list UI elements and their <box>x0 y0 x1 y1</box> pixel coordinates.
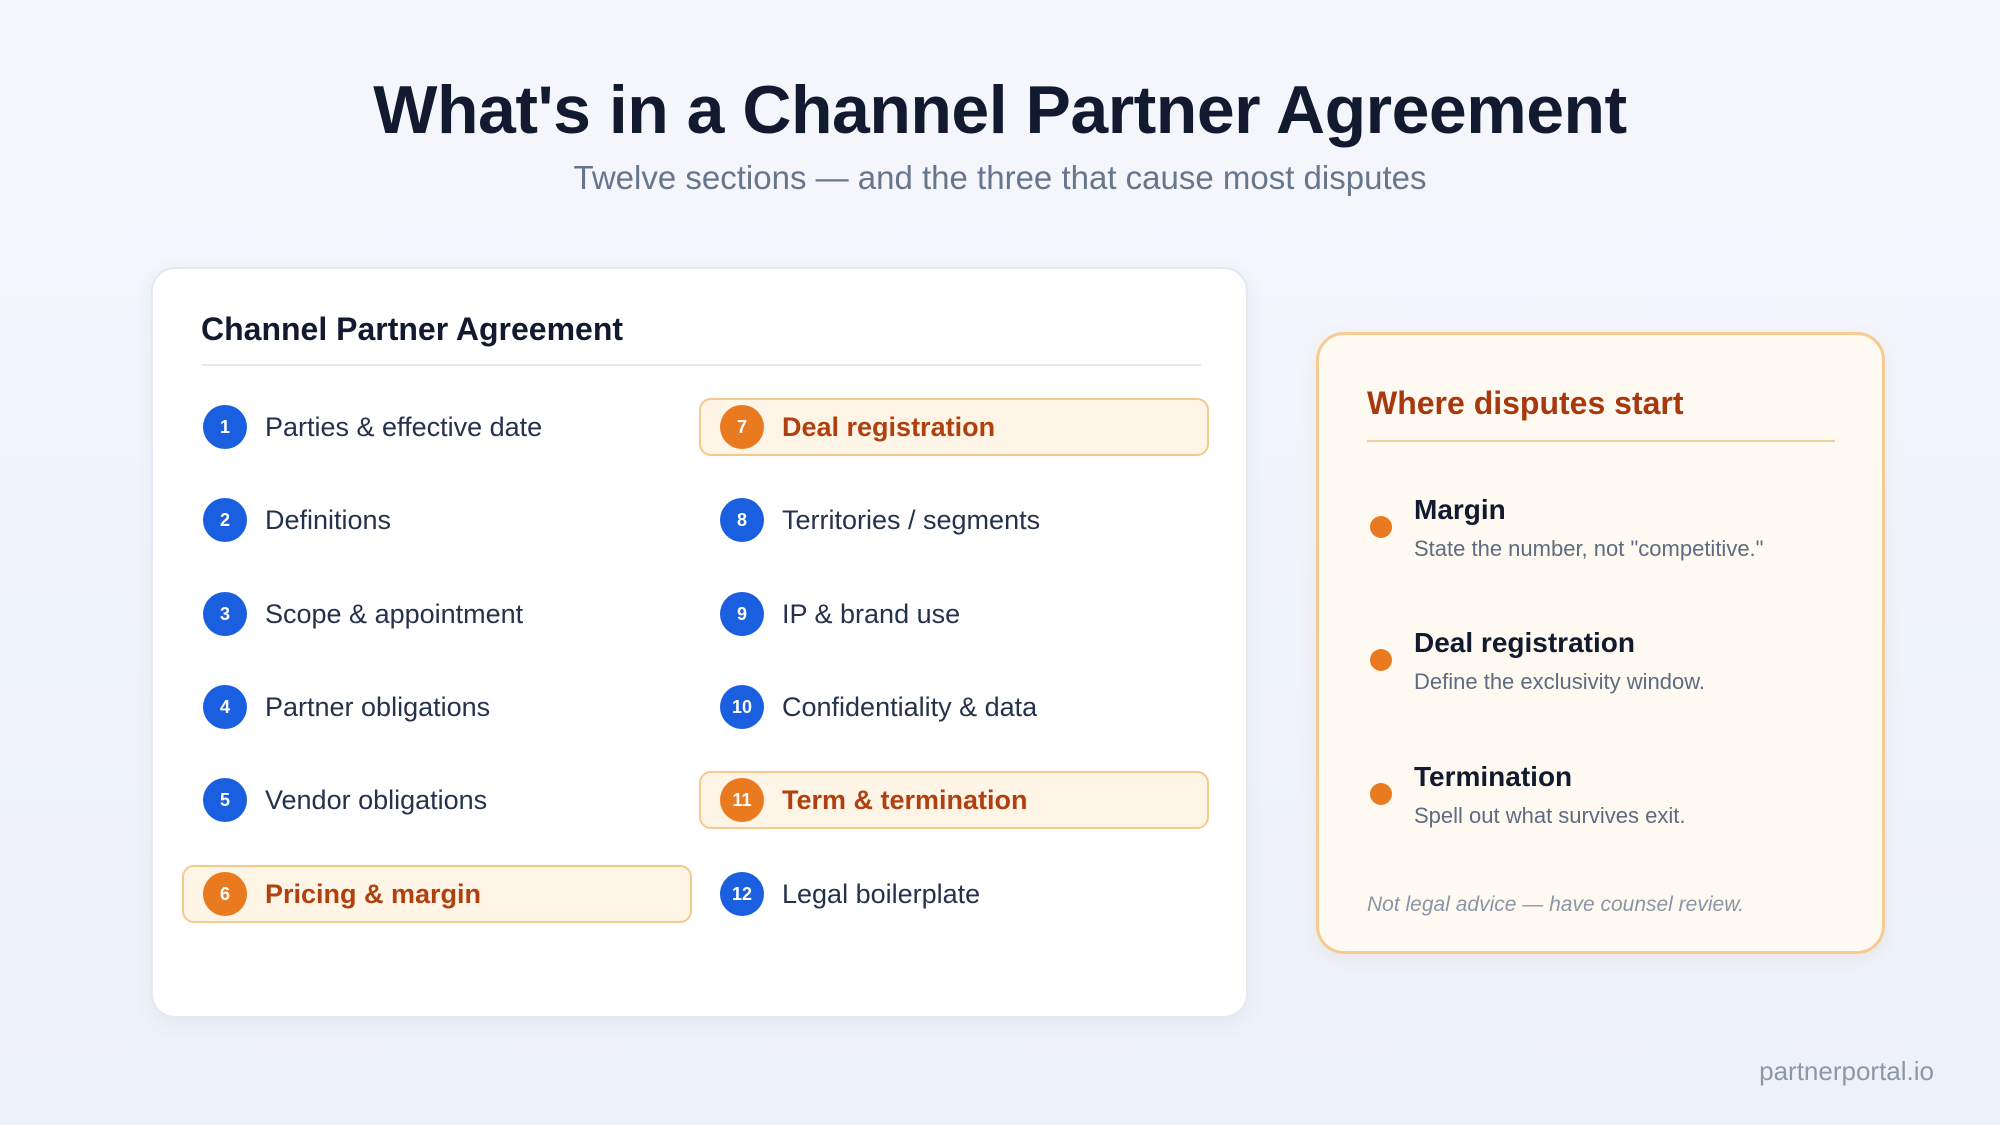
disclaimer-note: Not legal advice — have counsel review. <box>1367 893 1745 916</box>
bullet-dot-icon <box>1370 649 1392 671</box>
section-number-badge: 9 <box>720 592 764 636</box>
dispute-point-name: Termination <box>1414 761 1573 792</box>
section-number-badge: 8 <box>720 498 764 542</box>
section-label: Deal registration <box>782 411 996 442</box>
section-item: 2 Definitions <box>182 491 692 549</box>
disputes-divider <box>1367 440 1835 442</box>
dispute-point-name: Deal registration <box>1414 627 1635 658</box>
section-number-badge: 6 <box>203 872 247 916</box>
section-item-highlighted: 11 Term & termination <box>699 771 1209 829</box>
section-number-badge: 11 <box>720 778 764 822</box>
section-label: Territories / segments <box>782 504 1041 535</box>
section-number-badge: 3 <box>203 592 247 636</box>
agreement-card: Channel Partner Agreement 1 Parties & ef… <box>151 267 1248 1018</box>
section-item: 8 Territories / segments <box>699 491 1209 549</box>
disputes-heading: Where disputes start <box>1367 385 1684 421</box>
section-number-badge: 10 <box>720 685 764 729</box>
section-number-badge: 1 <box>203 405 247 449</box>
agreement-divider <box>201 364 1201 366</box>
section-label: Legal boilerplate <box>782 878 981 909</box>
section-item: 3 Scope & appointment <box>182 585 692 643</box>
disputes-panel: Where disputes start Margin State the nu… <box>1316 332 1885 954</box>
section-number-badge: 4 <box>203 685 247 729</box>
page-subtitle: Twelve sections — and the three that cau… <box>573 159 1427 196</box>
brand-footer: partnerportal.io <box>1759 1056 1934 1086</box>
section-label: Parties & effective date <box>265 411 543 442</box>
dispute-point-description: Spell out what survives exit. <box>1414 803 1686 828</box>
page-title: What's in a Channel Partner Agreement <box>373 72 1627 148</box>
section-item: 10 Confidentiality & data <box>699 678 1209 736</box>
section-number-badge: 2 <box>203 498 247 542</box>
section-label: Partner obligations <box>265 691 491 722</box>
section-item: 4 Partner obligations <box>182 678 692 736</box>
section-label: IP & brand use <box>782 598 961 629</box>
section-item: 12 Legal boilerplate <box>699 865 1209 923</box>
section-label: Definitions <box>265 504 392 535</box>
section-item-highlighted: 6 Pricing & margin <box>182 865 692 923</box>
section-item: 1 Parties & effective date <box>182 398 692 456</box>
section-label: Pricing & margin <box>265 878 482 909</box>
section-label: Confidentiality & data <box>782 691 1038 722</box>
section-label: Term & termination <box>782 784 1028 815</box>
bullet-dot-icon <box>1370 516 1392 538</box>
dispute-point-name: Margin <box>1414 494 1506 525</box>
section-item: 5 Vendor obligations <box>182 771 692 829</box>
section-item: 9 IP & brand use <box>699 585 1209 643</box>
dispute-point-description: State the number, not "competitive." <box>1414 536 1764 561</box>
section-number-badge: 12 <box>720 872 764 916</box>
section-item-highlighted: 7 Deal registration <box>699 398 1209 456</box>
section-number-badge: 7 <box>720 405 764 449</box>
dispute-point-description: Define the exclusivity window. <box>1414 669 1706 694</box>
bullet-dot-icon <box>1370 783 1392 805</box>
agreement-heading: Channel Partner Agreement <box>201 311 624 347</box>
section-label: Vendor obligations <box>265 784 488 815</box>
section-number-badge: 5 <box>203 778 247 822</box>
section-label: Scope & appointment <box>265 598 524 629</box>
